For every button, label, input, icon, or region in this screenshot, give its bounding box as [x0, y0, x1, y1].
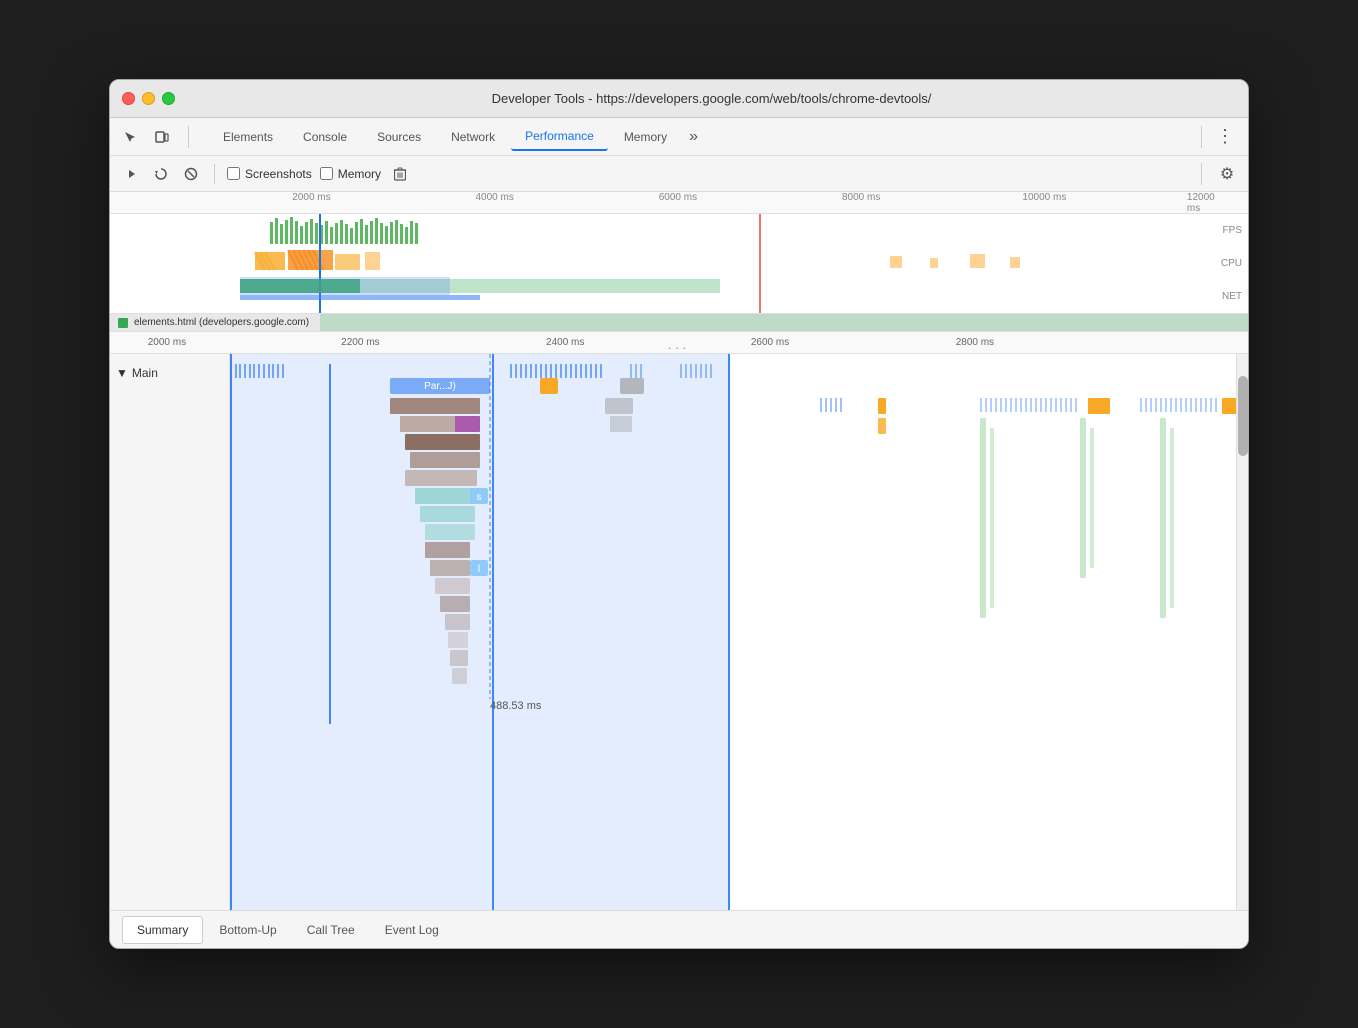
- minimize-button[interactable]: [142, 92, 155, 105]
- ruler-mark-4000: 4000 ms: [475, 192, 513, 203]
- svg-text:l: l: [478, 564, 480, 575]
- bottom-tabs: Summary Bottom-Up Call Tree Event Log: [110, 910, 1248, 948]
- svg-text:488.53 ms: 488.53 ms: [490, 700, 542, 712]
- fps-label: FPS: [1221, 225, 1242, 236]
- overview-ruler: 2000 ms 4000 ms 6000 ms 8000 ms 10000 ms…: [110, 192, 1248, 214]
- flame-chart-area[interactable]: ▼ ▼ Main Main: [110, 354, 1248, 910]
- flame-svg: Par...J): [230, 354, 1236, 910]
- zoom-mark-2400: 2400 ms: [546, 337, 584, 348]
- net-label: NET: [1221, 291, 1242, 302]
- cpu-label: CPU: [1221, 258, 1242, 269]
- zoom-mark-2800: 2800 ms: [956, 337, 994, 348]
- ruler-mark-8000: 8000 ms: [842, 192, 880, 203]
- more-tabs-icon[interactable]: »: [683, 124, 704, 150]
- devtools-menu-icon[interactable]: ⋮: [1210, 122, 1240, 151]
- tab-divider: [188, 126, 189, 148]
- trash-icon[interactable]: [389, 163, 411, 185]
- toolbar-divider: [214, 164, 215, 184]
- tab-event-log[interactable]: Event Log: [371, 917, 453, 943]
- close-button[interactable]: [122, 92, 135, 105]
- tab-bar: Elements Console Sources Network Perform…: [110, 118, 1248, 156]
- screenshots-checkbox[interactable]: [227, 167, 240, 180]
- toolbar-end-divider: [1201, 163, 1202, 185]
- clear-button[interactable]: [180, 163, 202, 185]
- network-bar-color: [118, 318, 128, 328]
- network-green-bar: [320, 314, 1248, 331]
- tab-call-tree[interactable]: Call Tree: [293, 917, 369, 943]
- overview-labels: FPS CPU NET: [1221, 214, 1242, 313]
- flame-left-panel: ▼ ▼ Main Main: [110, 354, 230, 910]
- ruler-mark-10000: 10000 ms: [1022, 192, 1066, 203]
- tab-memory[interactable]: Memory: [610, 124, 681, 150]
- ruler-mark-2000: 2000 ms: [292, 192, 330, 203]
- tab-performance[interactable]: Performance: [511, 123, 608, 151]
- record-button[interactable]: [120, 163, 142, 185]
- svg-text:s: s: [477, 492, 482, 503]
- window-title: Developer Tools - https://developers.goo…: [187, 91, 1236, 106]
- zoom-mark-2600: 2600 ms: [751, 337, 789, 348]
- inspect-icon[interactable]: [118, 125, 142, 149]
- traffic-lights: [122, 92, 175, 105]
- devtools-mode-icons: [118, 125, 195, 149]
- overview-chart: [110, 214, 1248, 313]
- more-dots: ...: [668, 338, 690, 352]
- screenshots-checkbox-label[interactable]: Screenshots: [227, 167, 312, 181]
- vertical-scrollbar[interactable]: [1236, 354, 1248, 910]
- svg-text:Par...J): Par...J): [424, 381, 456, 392]
- maximize-button[interactable]: [162, 92, 175, 105]
- settings-icon[interactable]: ⚙: [1216, 163, 1238, 185]
- memory-checkbox[interactable]: [320, 167, 333, 180]
- tab-elements[interactable]: Elements: [209, 124, 287, 150]
- main-section-label[interactable]: ▼ ▼ Main Main: [116, 362, 223, 384]
- tab-network[interactable]: Network: [437, 124, 509, 150]
- zoom-ruler: 2000 ms 2200 ms 2400 ms 2600 ms 2800 ms …: [110, 332, 1248, 354]
- performance-toolbar: Screenshots Memory ⚙: [110, 156, 1248, 192]
- zoom-mark-2000: 2000 ms: [148, 337, 186, 348]
- flame-main[interactable]: Par...J): [230, 354, 1236, 910]
- device-icon[interactable]: [150, 125, 174, 149]
- network-bar: elements.html (developers.google.com): [110, 314, 1248, 332]
- collapse-icon[interactable]: ▼: [116, 366, 128, 380]
- overview-area[interactable]: FPS CPU NET: [110, 214, 1248, 314]
- screenshots-label: Screenshots: [245, 167, 312, 181]
- tab-end-divider: [1201, 126, 1202, 148]
- ruler-mark-6000: 6000 ms: [659, 192, 697, 203]
- reload-button[interactable]: [150, 163, 172, 185]
- network-url-text: elements.html (developers.google.com): [134, 317, 309, 328]
- devtools-window: Developer Tools - https://developers.goo…: [109, 79, 1249, 949]
- zoom-mark-2200: 2200 ms: [341, 337, 379, 348]
- scrollbar-thumb[interactable]: [1238, 376, 1248, 456]
- memory-checkbox-label[interactable]: Memory: [320, 167, 381, 181]
- ruler-mark-12000: 12000 ms: [1187, 192, 1228, 214]
- tab-bottom-up[interactable]: Bottom-Up: [205, 917, 290, 943]
- memory-label: Memory: [338, 167, 381, 181]
- tab-sources[interactable]: Sources: [363, 124, 435, 150]
- tab-console[interactable]: Console: [289, 124, 361, 150]
- title-bar: Developer Tools - https://developers.goo…: [110, 80, 1248, 118]
- tab-summary[interactable]: Summary: [122, 916, 203, 944]
